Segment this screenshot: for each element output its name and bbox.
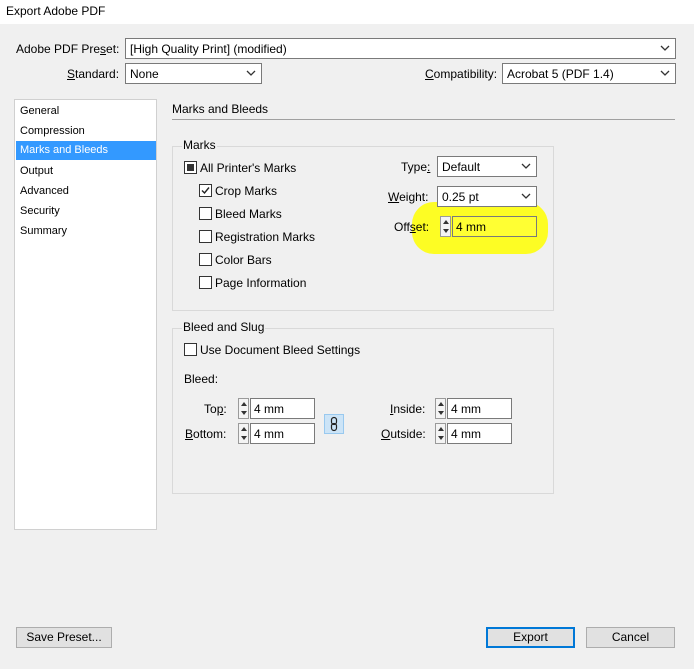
inside-input[interactable]: 4 mm	[447, 398, 512, 419]
sidebar-item-label: Marks and Bleeds	[20, 144, 109, 156]
inside-stepper[interactable]	[435, 398, 446, 419]
use-document-bleed-checkbox[interactable]	[184, 343, 197, 356]
color-bars-checkbox[interactable]	[199, 253, 212, 266]
chevron-down-icon	[246, 70, 256, 76]
preset-label: Adobe PDF Preset:	[16, 42, 120, 56]
standard-dropdown[interactable]: None	[125, 63, 262, 84]
weight-value: 0.25 pt	[442, 190, 479, 204]
sidebar-item-label: Compression	[20, 125, 85, 137]
chevron-down-icon	[660, 45, 670, 51]
weight-label: Weight:	[388, 190, 429, 204]
outside-label: Outside:	[381, 427, 426, 441]
type-value: Default	[442, 160, 481, 174]
sidebar-item-marks-and-bleeds[interactable]: Marks and Bleeds	[16, 141, 156, 160]
sidebar-item-advanced[interactable]: Advanced	[16, 182, 156, 201]
offset-value: 4 mm	[456, 220, 486, 234]
checkmark-icon	[201, 187, 210, 195]
sidebar-item-label: General	[20, 105, 60, 117]
compatibility-value: Acrobat 5 (PDF 1.4)	[507, 67, 614, 81]
standard-value: None	[130, 67, 159, 81]
preset-dropdown[interactable]: [High Quality Print] (modified)	[125, 38, 676, 59]
title-bar: Export Adobe PDF	[0, 0, 694, 24]
bleed-marks-checkbox[interactable]	[199, 207, 212, 220]
color-bars-label: Color Bars	[215, 253, 272, 267]
section-title: Marks and Bleeds	[172, 102, 269, 116]
bleed-label: Bleed:	[184, 372, 219, 386]
sidebar-item-output[interactable]: Output	[16, 162, 156, 181]
inside-value: 4 mm	[451, 402, 481, 416]
outside-value: 4 mm	[451, 427, 481, 441]
registration-marks-checkbox[interactable]	[199, 230, 212, 243]
type-dropdown[interactable]: Default	[437, 156, 537, 177]
bleed-slug-group-title: Bleed and Slug	[182, 320, 266, 334]
window-title: Export Adobe PDF	[6, 4, 106, 18]
preset-value: [High Quality Print] (modified)	[130, 42, 287, 56]
chevron-down-icon	[521, 163, 531, 169]
use-document-bleed-label: Use Document Bleed Settings	[200, 343, 361, 357]
bottom-input[interactable]: 4 mm	[250, 423, 315, 444]
chevron-down-icon	[660, 70, 670, 76]
export-button[interactable]: Export	[486, 627, 575, 648]
bottom-value: 4 mm	[254, 427, 284, 441]
weight-dropdown[interactable]: 0.25 pt	[437, 186, 537, 207]
crop-marks-label: Crop Marks	[215, 184, 278, 198]
sidebar-item-label: Summary	[20, 225, 68, 237]
all-printers-marks-checkbox[interactable]	[184, 161, 197, 174]
sidebar: General Compression Marks and Bleeds Out…	[14, 99, 157, 530]
bleed-marks-label: Bleed Marks	[215, 207, 282, 221]
registration-marks-label: Registration Marks	[215, 230, 316, 244]
top-input[interactable]: 4 mm	[250, 398, 315, 419]
top-label: Top:	[204, 402, 227, 416]
link-bleed-button[interactable]	[324, 414, 344, 434]
sidebar-item-compression[interactable]: Compression	[16, 122, 156, 141]
sidebar-item-label: Advanced	[20, 185, 69, 197]
top-stepper[interactable]	[238, 398, 249, 419]
section-divider	[172, 119, 675, 120]
type-label: Type:	[401, 160, 431, 174]
crop-marks-checkbox[interactable]	[199, 184, 212, 197]
sidebar-item-security[interactable]: Security	[16, 202, 156, 221]
outside-input[interactable]: 4 mm	[447, 423, 512, 444]
marks-group-title: Marks	[182, 138, 217, 152]
sidebar-item-label: Security	[20, 205, 60, 217]
bottom-stepper[interactable]	[238, 423, 249, 444]
cancel-button[interactable]: Cancel	[586, 627, 675, 648]
standard-label: Standard:	[67, 67, 120, 81]
inside-label: Inside:	[390, 402, 426, 416]
sidebar-item-general[interactable]: General	[16, 102, 156, 121]
offset-stepper[interactable]	[440, 216, 451, 237]
page-information-checkbox[interactable]	[199, 276, 212, 289]
sidebar-item-summary[interactable]: Summary	[16, 222, 156, 241]
offset-input[interactable]: 4 mm	[452, 216, 537, 237]
save-preset-button[interactable]: Save Preset...	[16, 627, 112, 648]
sidebar-item-label: Output	[20, 165, 54, 177]
chevron-down-icon	[521, 193, 531, 199]
compatibility-label: Compatibility:	[425, 67, 498, 81]
bottom-label: Bottom:	[185, 427, 227, 441]
offset-label: Offset:	[394, 220, 430, 234]
page-information-label: Page Information	[215, 276, 307, 290]
all-printers-marks-label: All Printer's Marks	[200, 161, 297, 175]
top-value: 4 mm	[254, 402, 284, 416]
compatibility-dropdown[interactable]: Acrobat 5 (PDF 1.4)	[502, 63, 676, 84]
outside-stepper[interactable]	[435, 423, 446, 444]
chain-link-icon	[330, 416, 338, 432]
